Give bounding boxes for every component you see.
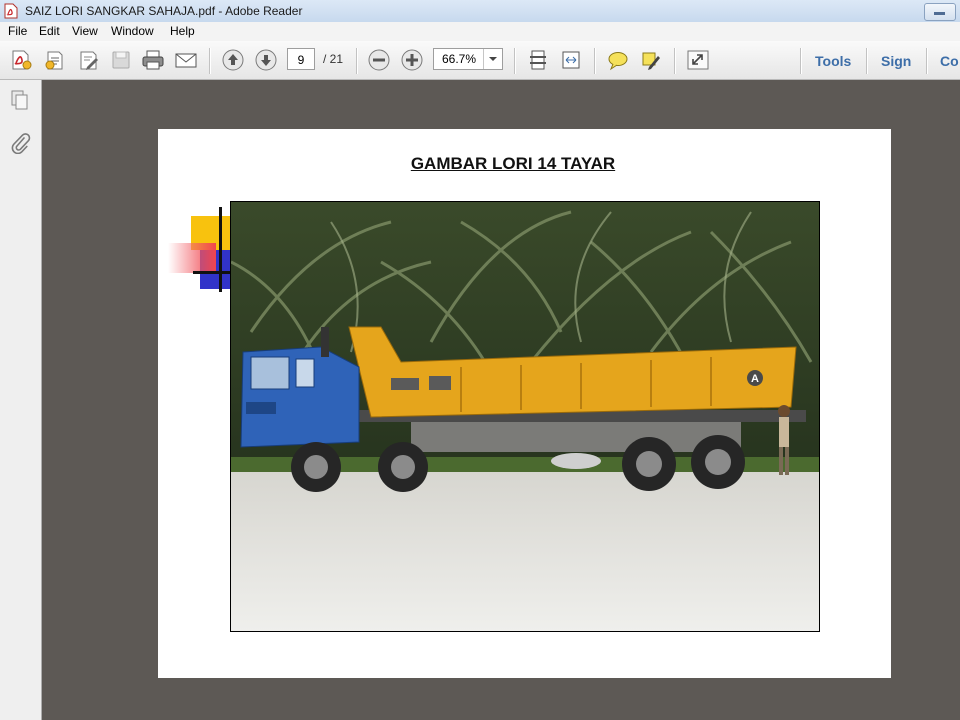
- title-bar: SAIZ LORI SANGKAR SAHAJA.pdf - Adobe Rea…: [0, 0, 960, 22]
- zoom-out-icon: [368, 49, 390, 71]
- arrow-down-icon: [255, 49, 277, 71]
- toolbar-separator: [800, 48, 802, 74]
- expand-button[interactable]: [685, 48, 711, 72]
- fit-width-button[interactable]: [558, 48, 584, 72]
- arrow-up-icon: [222, 49, 244, 71]
- toolbar-separator: [356, 48, 358, 74]
- email-button[interactable]: [173, 48, 199, 72]
- highlight-icon: [642, 52, 660, 70]
- toolbar-separator: [209, 48, 211, 74]
- toolbar-separator: [926, 48, 928, 74]
- menu-help[interactable]: Help: [170, 24, 195, 38]
- create-pdf-button[interactable]: [9, 48, 35, 72]
- print-icon: [142, 50, 164, 70]
- toolbar-separator: [674, 48, 676, 74]
- paperclip-icon: [11, 133, 31, 155]
- navigation-pane: [0, 80, 42, 720]
- page-total: / 21: [323, 52, 344, 66]
- previous-page-button[interactable]: [220, 48, 246, 72]
- sign-pen-icon: [80, 51, 98, 70]
- comment-icon: [608, 52, 628, 71]
- red-gradient-decoration: [168, 243, 216, 273]
- page-number-input[interactable]: 9: [287, 48, 315, 70]
- comment-button[interactable]: [605, 48, 631, 72]
- pdf-file-icon: [4, 3, 18, 19]
- menu-file[interactable]: File: [8, 24, 27, 38]
- sign-button[interactable]: [76, 48, 102, 72]
- save-button[interactable]: [108, 48, 134, 72]
- chevron-down-icon[interactable]: [483, 49, 502, 69]
- next-page-button[interactable]: [253, 48, 279, 72]
- menu-bar: File Edit View Window Help: [0, 22, 960, 41]
- highlight-button[interactable]: [638, 48, 664, 72]
- menu-window[interactable]: Window: [111, 24, 154, 38]
- expand-icon: [687, 50, 709, 70]
- zoom-in-icon: [401, 49, 423, 71]
- edit-icon: [45, 51, 63, 70]
- toolbar-separator: [514, 48, 516, 74]
- email-icon: [175, 53, 197, 68]
- minimize-button[interactable]: [924, 3, 956, 21]
- tools-link[interactable]: Tools: [815, 53, 851, 69]
- fit-page-icon: [530, 50, 546, 70]
- toolbar-separator: [594, 48, 596, 74]
- zoom-in-button[interactable]: [399, 48, 425, 72]
- zoom-select[interactable]: 66.7%: [433, 48, 503, 70]
- pages-button[interactable]: [9, 89, 31, 111]
- attachments-button[interactable]: [9, 132, 31, 155]
- save-icon: [112, 51, 130, 69]
- menu-edit[interactable]: Edit: [39, 24, 60, 38]
- zoom-out-button[interactable]: [366, 48, 392, 72]
- page-heading: GAMBAR LORI 14 TAYAR: [410, 154, 616, 173]
- sign-link[interactable]: Sign: [881, 53, 911, 69]
- truck-panel-badge: A: [751, 373, 759, 385]
- toolbar-separator: [866, 48, 868, 74]
- pdf-page: GAMBAR LORI 14 TAYAR A: [158, 129, 891, 678]
- minimize-icon: [934, 12, 945, 15]
- zoom-value: 66.7%: [442, 52, 477, 66]
- vertical-rule-decoration: [219, 207, 222, 292]
- horizontal-rule-decoration: [193, 271, 230, 274]
- pages-icon: [11, 90, 28, 110]
- fit-page-button[interactable]: [525, 48, 551, 72]
- create-pdf-icon: [12, 50, 32, 70]
- comment-link[interactable]: Co: [940, 53, 959, 69]
- combine-button[interactable]: [42, 48, 68, 72]
- window-title: SAIZ LORI SANGKAR SAHAJA.pdf - Adobe Rea…: [25, 4, 303, 18]
- fit-width-icon: [562, 51, 580, 69]
- menu-view[interactable]: View: [72, 24, 98, 38]
- truck-photo: A: [230, 201, 820, 632]
- print-button[interactable]: [140, 48, 166, 72]
